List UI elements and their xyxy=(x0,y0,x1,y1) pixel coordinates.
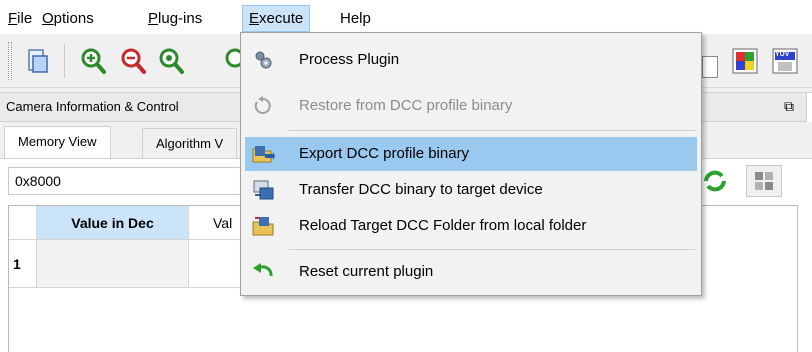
row-header[interactable]: 1 xyxy=(9,240,37,288)
menu-item-export-dcc[interactable]: Export DCC profile binary xyxy=(245,137,697,171)
menu-separator xyxy=(289,249,695,250)
panel-edge xyxy=(806,93,812,123)
reload-folder-icon xyxy=(251,214,275,238)
menu-item-label: Reset current plugin xyxy=(299,263,434,280)
menu-item-label: Process Plugin xyxy=(299,51,400,68)
grid-view-button[interactable] xyxy=(746,165,782,197)
menu-item-restore-dcc: Restore from DCC profile binary xyxy=(245,89,697,123)
restore-icon xyxy=(251,94,275,118)
tab-algorithm-view-label: Algorithm V xyxy=(156,136,224,151)
zoom-fit-icon[interactable] xyxy=(156,46,186,76)
menu-options-rest: ptions xyxy=(53,10,94,27)
reset-arrow-icon xyxy=(251,260,275,284)
menu-item-process-plugin[interactable]: Process Plugin xyxy=(245,43,697,77)
panel-title: Camera Information & Control xyxy=(6,99,179,114)
document-icon[interactable] xyxy=(22,46,52,76)
menu-item-reload-target-dcc[interactable]: Reload Target DCC Folder from local fold… xyxy=(245,209,697,243)
menu-item-reset-plugin[interactable]: Reset current plugin xyxy=(245,255,697,289)
tab-memory-view[interactable]: Memory View xyxy=(4,126,111,160)
export-folder-icon xyxy=(251,142,275,166)
menu-bar: File Options Plug-ins Execute Help xyxy=(0,0,812,34)
table-cell[interactable] xyxy=(37,240,189,288)
zoom-in-icon[interactable] xyxy=(78,46,108,76)
yuv-label: YUV xyxy=(775,51,790,58)
menu-options-mnemonic: O xyxy=(42,10,54,27)
table-corner[interactable] xyxy=(9,206,37,240)
menu-item-label: Transfer DCC binary to target device xyxy=(299,181,543,198)
menu-item-label: Restore from DCC profile binary xyxy=(299,97,513,114)
toolbar-grip[interactable] xyxy=(8,42,12,80)
menu-help[interactable]: Help xyxy=(340,8,371,30)
float-window-icon[interactable]: ⧉ xyxy=(784,98,794,115)
menu-item-label: Reload Target DCC Folder from local fold… xyxy=(299,217,587,234)
gear-icon xyxy=(251,48,275,72)
menu-file-rest: ile xyxy=(17,10,33,27)
menu-plugins-rest: lug-ins xyxy=(158,10,203,27)
color-palette-icon[interactable] xyxy=(730,46,760,76)
menu-file-mnemonic: F xyxy=(8,10,18,27)
column-header-value-dec[interactable]: Value in Dec xyxy=(37,206,189,240)
menu-execute[interactable]: Execute xyxy=(242,5,311,32)
refresh-icon[interactable] xyxy=(700,167,730,195)
menu-item-transfer-dcc[interactable]: Transfer DCC binary to target device xyxy=(245,173,697,207)
transfer-device-icon xyxy=(251,178,275,202)
tab-memory-view-label: Memory View xyxy=(18,134,97,149)
execute-menu-dropdown: Process Plugin Restore from DCC profile … xyxy=(240,32,702,296)
menu-plugins-mnemonic: P xyxy=(148,10,159,27)
toolbar-separator xyxy=(64,44,65,78)
tab-algorithm-view[interactable]: Algorithm V xyxy=(142,128,238,160)
zoom-out-icon[interactable] xyxy=(118,46,148,76)
menu-execute-mnemonic: E xyxy=(249,10,260,27)
menu-options[interactable]: Options xyxy=(42,8,94,30)
toolbar-field[interactable] xyxy=(702,56,718,78)
menu-item-label: Export DCC profile binary xyxy=(299,145,470,162)
menu-file[interactable]: File xyxy=(8,8,32,30)
menu-help-label: Help xyxy=(340,10,371,27)
menu-execute-rest: xecute xyxy=(259,10,304,27)
menu-plugins[interactable]: Plug-ins xyxy=(148,8,202,30)
menu-separator xyxy=(289,130,695,131)
